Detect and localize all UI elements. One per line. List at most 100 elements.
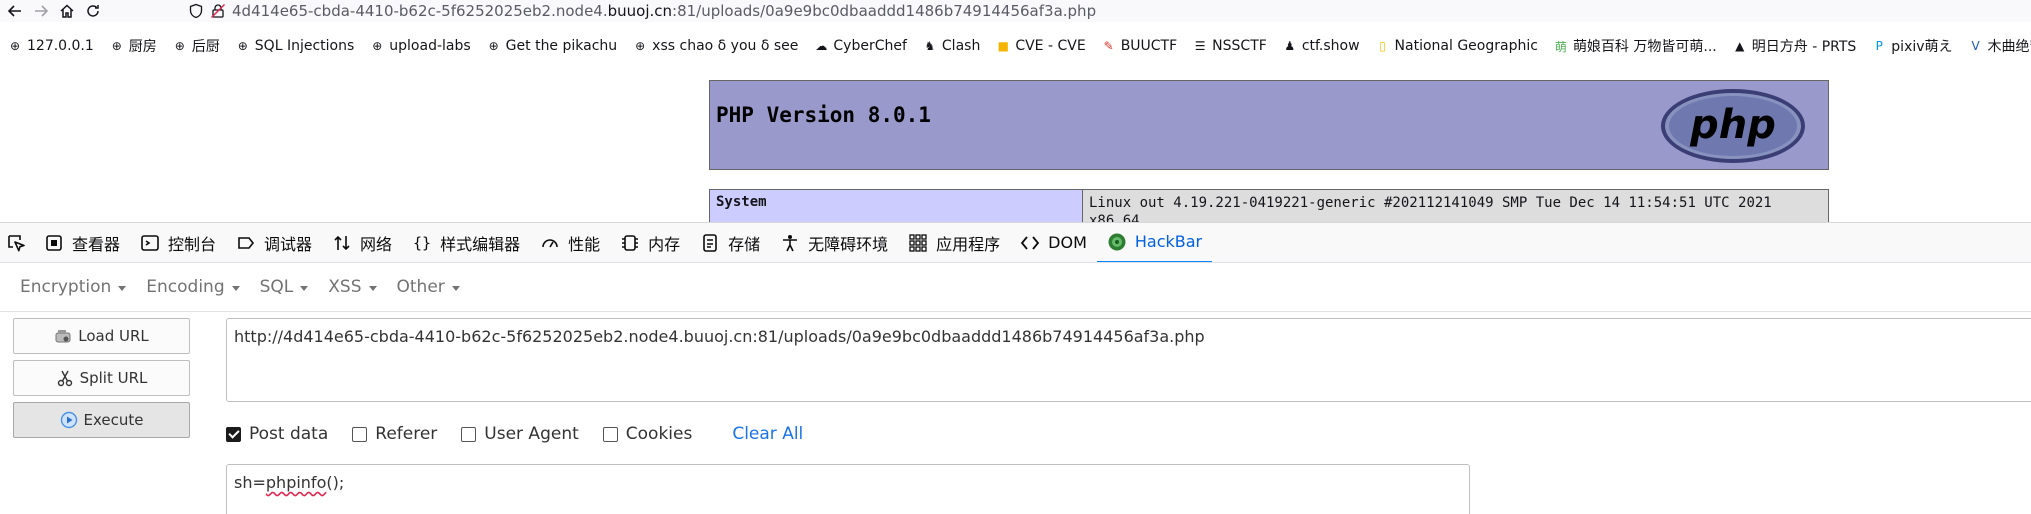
bookmark-label: 127.0.0.1 [27,38,94,54]
devtools-tab-inspector[interactable]: 查看器 [34,223,130,263]
back-button[interactable] [4,0,26,22]
php-logo-text: php [1689,102,1776,148]
devtools-tab-application[interactable]: 应用程序 [898,223,1010,263]
caret-down-icon [451,285,460,291]
checkbox[interactable] [352,426,368,442]
memory-icon [622,234,639,251]
option-cookies[interactable]: Cookies [602,424,693,444]
php-logo-icon[interactable]: php [1660,88,1806,164]
post-data-textarea[interactable]: sh=phpinfo(); [226,464,1470,514]
checkbox[interactable] [461,426,477,442]
bookmark-label: ctf.show [1301,38,1360,54]
devtools-tab-storage[interactable]: 存储 [690,223,770,263]
network-icon [334,235,350,250]
url-textarea[interactable]: http://4d414e65-cbda-4410-b62c-5f6252025… [226,318,2031,402]
globe-icon: ⊕ [9,39,21,53]
arrow-right-icon [35,5,49,17]
url-text[interactable]: 4d414e65-cbda-4410-b62c-5f6252025eb2.nod… [232,2,1096,20]
bookmark-item[interactable]: ✎ BUUCTF [1094,38,1185,54]
insecure-lock-icon[interactable] [210,3,226,19]
devtools-tab-network[interactable]: 网络 [322,223,402,263]
nssctf-icon: ☰ [1194,39,1206,53]
devtools-tab-hackbar[interactable]: HackBar [1096,223,1213,263]
globe-icon: ⊕ [635,39,646,53]
execute-button[interactable]: Execute [13,402,190,438]
bookmark-item[interactable]: ⊕ xss chao δ you δ see [625,38,806,54]
style-editor-icon: {} [413,234,431,252]
bookmark-label: Clash [941,38,981,54]
accessibility-icon [783,234,798,251]
bookmark-item[interactable]: ♟ ctf.show [1275,38,1368,54]
dom-icon [1020,235,1040,250]
bookmark-label: 萌娘百科 万物皆可萌... [1572,39,1717,55]
bookmark-label: CVE - CVE [1015,38,1086,54]
bookmark-label: pixiv萌え [1891,39,1953,55]
debugger-icon [238,236,255,249]
post-data-tail: (); [326,473,345,492]
url-bar[interactable]: 4d414e65-cbda-4410-b62c-5f6252025eb2.nod… [188,0,1096,22]
menu-label: Encoding [146,277,225,297]
home-button[interactable] [56,0,78,22]
globe-icon: ⊕ [488,39,499,53]
split-url-label: Split URL [79,369,148,387]
option-label: Post data [249,424,329,444]
devtools-tab-dom[interactable]: DOM [1010,223,1097,263]
bookmark-label: 厨房 [128,39,157,55]
menu-encryption[interactable]: Encryption [10,277,136,297]
menu-other[interactable]: Other [387,277,470,297]
bookmark-item[interactable]: ▯ National Geographic [1368,38,1546,54]
request-options: Post data Referer User Agent Cookies Clear A… [226,422,803,446]
option-post-data[interactable]: Post data [226,424,328,444]
checkbox[interactable] [602,426,618,442]
element-picker-button[interactable] [0,223,34,263]
devtools-tab-memory[interactable]: 内存 [610,223,690,263]
menu-label: XSS [328,277,362,297]
bookmark-item[interactable]: ☁ CyberChef [806,38,915,54]
clear-all-link[interactable]: Clear All [732,424,803,444]
option-referer[interactable]: Referer [352,424,437,444]
devtools-tab-console[interactable]: 控制台 [130,223,226,263]
menu-encoding[interactable]: Encoding [136,277,249,297]
bookmark-item[interactable]: ⊕ 厨房 [102,36,165,56]
bookmark-item[interactable]: ⊕ upload-labs [362,38,478,54]
option-label: Cookies [625,424,693,444]
globe-icon: ⊕ [372,39,383,53]
bookmark-item[interactable]: ⊕ 后厨 [165,36,228,56]
devtools-tab-performance[interactable]: 性能 [530,223,610,263]
devtools-tab-accessibility[interactable]: 无障碍环境 [770,223,898,263]
load-url-label: Load URL [78,327,149,345]
bookmark-item[interactable]: Ppixiv萌え [1864,36,1960,56]
v-icon: V [1971,39,1980,53]
reload-button[interactable] [82,0,104,22]
menu-sql[interactable]: SQL [250,277,319,297]
forward-button[interactable] [30,0,52,22]
runner-icon: ♟ [1284,39,1296,53]
chef-hat-icon: ☁ [815,39,828,53]
arrow-left-icon [7,5,21,17]
option-user-agent[interactable]: User Agent [461,424,579,444]
bookmark-item[interactable]: ☰ NSSCTF [1185,38,1275,54]
execute-label: Execute [83,411,144,429]
devtools-tab-label: 查看器 [72,234,121,254]
shield-icon[interactable] [188,3,204,19]
bookmark-item[interactable]: 萌萌娘百科 万物皆可萌... [1546,36,1725,56]
bookmark-item[interactable]: V 木曲绝赞学习中 [1961,36,2031,56]
devtools-tab-style-editor[interactable]: {} 样式编辑器 [402,223,530,263]
bookmark-item[interactable]: ⊕ Get the pikachu [479,38,626,54]
bookmark-item[interactable]: ⊕ 127.0.0.1 [0,38,102,54]
bookmark-label: CyberChef [833,38,907,54]
php-info-table: System Linux out 4.19.221-0419221-generi… [709,189,1829,222]
devtools-tab-debugger[interactable]: 调试器 [226,223,322,263]
bookmark-item[interactable]: ⊕ SQL Injections [228,38,362,54]
bookmark-label: SQL Injections [254,38,355,54]
bookmark-item[interactable]: ■ CVE - CVE [988,38,1093,54]
navigation-bar: 4d414e65-cbda-4410-b62c-5f6252025eb2.nod… [0,0,2031,22]
load-url-button[interactable]: Load URL [13,318,190,354]
checkbox[interactable] [226,426,241,442]
cve-icon: ■ [997,39,1009,53]
bookmark-item[interactable]: ♞ Clash [915,38,988,54]
option-label: Referer [375,424,438,444]
split-url-button[interactable]: Split URL [13,360,190,396]
menu-xss[interactable]: XSS [318,277,386,297]
bookmark-item[interactable]: ▲ 明日方舟 - PRTS [1725,36,1865,56]
